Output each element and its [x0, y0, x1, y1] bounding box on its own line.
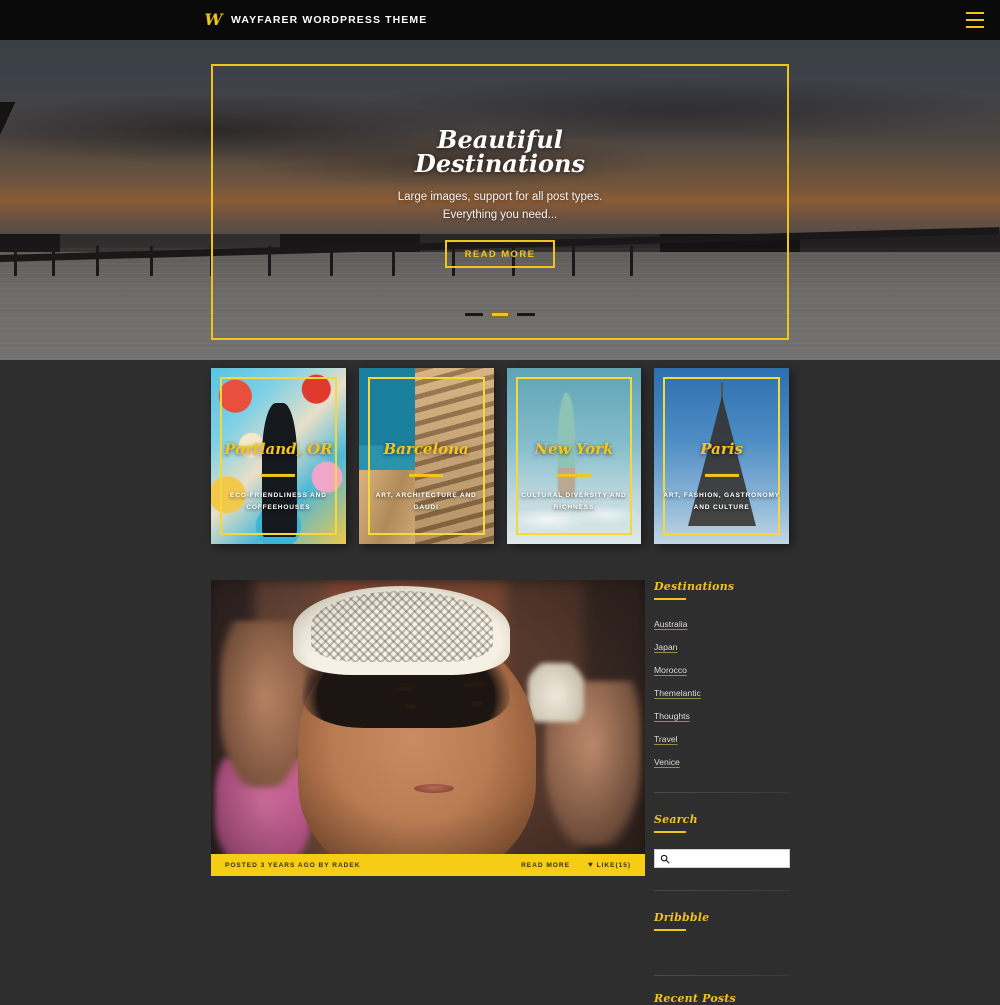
- heart-icon: ♥: [587, 860, 594, 869]
- hamburger-line: [966, 19, 984, 21]
- widget-rule: [654, 831, 686, 833]
- card-rule: [261, 473, 296, 477]
- card-rule: [409, 473, 444, 477]
- slider-dot-1[interactable]: [465, 313, 483, 316]
- list-item: Thoughts: [654, 706, 790, 724]
- wayfarer-logo-icon: W: [204, 10, 223, 29]
- site-title: WAYFARER WORDPRESS THEME: [231, 14, 428, 26]
- destination-card-barcelona[interactable]: Barcelona ART, ARCHITECTURE AND GAUDI: [358, 368, 494, 544]
- post-featured-image: [211, 580, 645, 876]
- search-box[interactable]: [654, 849, 790, 868]
- post-posted-meta: POSTED 3 YEARS AGO BY RADEK: [225, 861, 361, 869]
- card-title: New York: [534, 439, 614, 458]
- widget-divider: [654, 975, 790, 976]
- list-item: Venice: [654, 752, 790, 770]
- card-title: Barcelona: [383, 439, 469, 458]
- sidebar-link-thoughts[interactable]: Thoughts: [654, 711, 690, 721]
- list-item: Travel: [654, 729, 790, 747]
- widget-title-dribbble: Dribbble: [654, 911, 710, 924]
- sidebar: Destinations Australia Japan Morocco The…: [654, 580, 790, 1005]
- hamburger-icon[interactable]: [966, 12, 984, 28]
- post-like-count: LIKE(15): [596, 861, 631, 869]
- card-title: Paris: [700, 439, 743, 458]
- widget-recent-posts: Recent Posts: [654, 992, 790, 1005]
- card-description: ART, FASHION, GASTRONOMY AND CULTURE: [663, 491, 780, 511]
- dribbble-shots-area: [654, 931, 790, 975]
- widget-rule: [654, 598, 686, 600]
- widget-divider: [654, 792, 790, 793]
- hero-title: Beautiful Destinations: [0, 128, 1000, 176]
- sidebar-link-travel[interactable]: Travel: [654, 734, 678, 744]
- card-body: Portland, OR ECO-FRIENDLINESS AND COFFEE…: [217, 440, 340, 513]
- sidebar-link-themelantic[interactable]: Themelantic: [654, 688, 701, 698]
- slider-dot-3[interactable]: [517, 313, 535, 316]
- destination-card-new-york[interactable]: New York CULTURAL DIVERSITY AND RICHNESS: [506, 368, 642, 544]
- card-description: ART, ARCHITECTURE AND GAUDI: [375, 491, 477, 511]
- destination-card-portland[interactable]: Portland, OR ECO-FRIENDLINESS AND COFFEE…: [211, 368, 346, 544]
- sidebar-link-morocco[interactable]: Morocco: [654, 665, 687, 675]
- hero-read-more-button[interactable]: READ MORE: [444, 239, 556, 268]
- site-header: W WAYFARER WORDPRESS THEME: [0, 0, 1000, 40]
- card-description: ECO-FRIENDLINESS AND COFFEEHOUSES: [230, 491, 327, 511]
- widget-dribbble: Dribbble: [654, 911, 790, 975]
- widget-search: Search: [654, 813, 790, 868]
- hamburger-line: [966, 26, 984, 28]
- photo-vignette: [211, 580, 645, 876]
- hero-subtitle-line-1: Large images, support for all post types…: [397, 191, 603, 203]
- post-like-button[interactable]: ♥ LIKE(15): [588, 861, 631, 869]
- card-description: CULTURAL DIVERSITY AND RICHNESS: [521, 491, 627, 511]
- hero-subtitle: Large images, support for all post types…: [0, 189, 1000, 225]
- card-body: Paris ART, FASHION, GASTRONOMY AND CULTU…: [660, 440, 783, 513]
- hamburger-line: [966, 12, 984, 14]
- widget-divider: [654, 890, 790, 891]
- card-rule: [556, 473, 591, 477]
- sidebar-link-australia[interactable]: Australia: [654, 619, 687, 629]
- card-body: Barcelona ART, ARCHITECTURE AND GAUDI: [365, 440, 488, 513]
- list-item: Morocco: [654, 660, 790, 678]
- site-brand[interactable]: W WAYFARER WORDPRESS THEME: [205, 0, 427, 40]
- destinations-list: Australia Japan Morocco Themelantic Thou…: [654, 614, 790, 770]
- widget-title-destinations: Destinations: [654, 580, 735, 593]
- hero-slider-pagination[interactable]: [0, 312, 1000, 317]
- destination-card-paris[interactable]: Paris ART, FASHION, GASTRONOMY AND CULTU…: [654, 368, 789, 544]
- widget-destinations: Destinations Australia Japan Morocco The…: [654, 580, 790, 770]
- destination-cards: Portland, OR ECO-FRIENDLINESS AND COFFEE…: [211, 368, 789, 544]
- sidebar-link-japan[interactable]: Japan: [654, 642, 677, 652]
- post-actions: READ MORE ♥ LIKE(15): [521, 861, 631, 869]
- slider-dot-2-active[interactable]: [491, 312, 509, 317]
- hero-subtitle-line-2: Everything you need...: [442, 208, 558, 221]
- hero-content: Beautiful Destinations Large images, sup…: [0, 128, 1000, 268]
- card-body: New York CULTURAL DIVERSITY AND RICHNESS: [513, 440, 636, 513]
- post-meta-bar: POSTED 3 YEARS AGO BY RADEK READ MORE ♥ …: [211, 854, 645, 876]
- search-icon: [660, 854, 670, 863]
- list-item: Japan: [654, 637, 790, 655]
- list-item: Themelantic: [654, 683, 790, 701]
- card-title: Portland, OR: [224, 439, 333, 458]
- post-read-more-link[interactable]: READ MORE: [521, 862, 570, 869]
- sidebar-link-venice[interactable]: Venice: [654, 757, 680, 767]
- card-rule: [704, 473, 739, 477]
- widget-title-search: Search: [654, 813, 698, 826]
- search-input[interactable]: [670, 850, 784, 867]
- list-item: Australia: [654, 614, 790, 632]
- widget-title-recent-posts: Recent Posts: [654, 992, 736, 1005]
- hero-title-line-2: Destinations: [415, 149, 585, 178]
- featured-post[interactable]: POSTED 3 YEARS AGO BY RADEK READ MORE ♥ …: [211, 580, 645, 876]
